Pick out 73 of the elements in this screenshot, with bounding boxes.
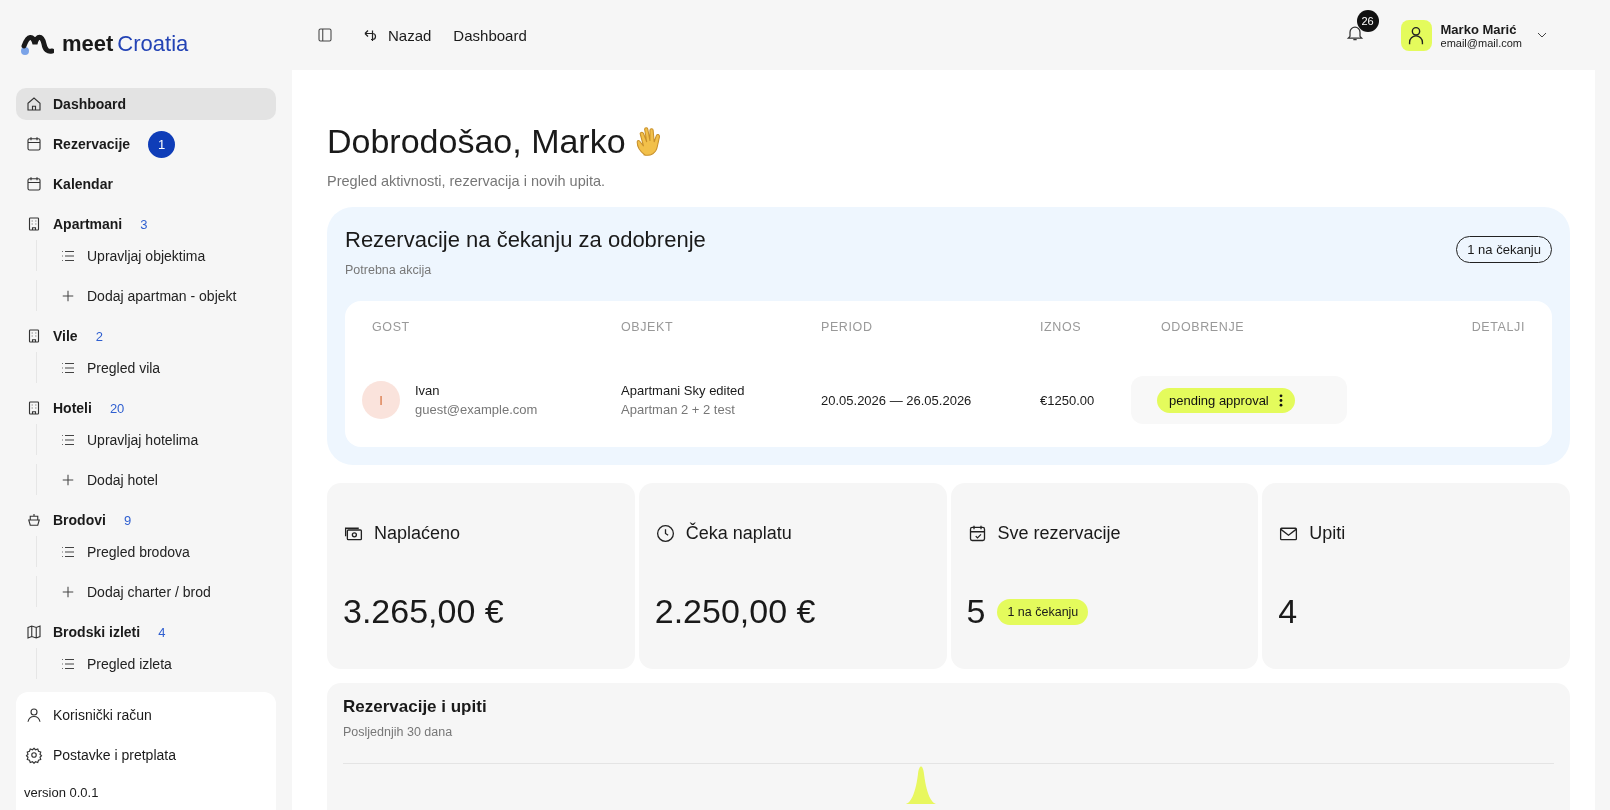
calendar-icon — [25, 175, 43, 193]
sidebar-subitem[interactable]: Pregled izleta — [36, 648, 276, 679]
brand-name: Croatia — [117, 31, 189, 57]
brand-name: meet — [62, 31, 114, 57]
logo-icon — [20, 32, 54, 56]
chart-title: Rezervacije i upiti — [343, 697, 488, 717]
stat-value: 5 — [966, 592, 986, 631]
sidebar-item[interactable]: Rezervacije 1 — [16, 128, 276, 160]
panel-title: Rezervacije na čekanju za odobrenje — [345, 227, 706, 253]
item-count: 9 — [123, 512, 132, 528]
stat-value: 4 — [1278, 592, 1298, 631]
page-title: Dobrodošao, Marko — [327, 122, 626, 161]
sidebar-item[interactable]: Kalendar — [16, 168, 276, 200]
sidebar-item[interactable]: Brodski izleti 4 — [16, 616, 276, 648]
item-count: 3 — [140, 216, 148, 232]
sidebar-subitem[interactable]: Pregled brodova — [36, 536, 276, 567]
status-button[interactable]: pending approval — [1157, 387, 1295, 413]
sidebar-subitem[interactable]: Dodaj apartman - objekt — [36, 280, 276, 311]
account-menu-item[interactable]: Postavke i pretplata — [25, 735, 267, 775]
sidebar-subitem[interactable]: Dodaj charter / brod — [36, 576, 276, 607]
table-cell-text: 20.05.2026 — 26.05.2026 — [821, 392, 973, 408]
unit-name: Apartman 2 + 2 test — [621, 402, 736, 417]
column-header: OBJEKT — [621, 320, 675, 334]
map-icon — [25, 623, 43, 641]
column-header: PERIOD — [821, 320, 874, 334]
chart-subtitle: Posljednjih 30 dana — [343, 725, 454, 739]
user-email: email@mail.com — [1440, 36, 1522, 49]
column-header: ODOBRENJE — [1161, 320, 1246, 334]
sidebar-toggle-icon[interactable] — [316, 26, 334, 44]
sidebar-subitem[interactable]: Upravljaj hotelima — [36, 424, 276, 455]
sidebar-item[interactable]: Apartmani 3 — [16, 208, 276, 240]
account-menu-item[interactable]: Korisnički račun — [25, 695, 267, 735]
boat-icon — [25, 511, 43, 529]
clock-icon — [654, 523, 676, 544]
panel-subtitle: Potrebna akcija — [345, 263, 433, 277]
calendar-icon — [25, 135, 43, 153]
sidebar-item[interactable]: Brodovi 9 — [16, 504, 276, 536]
item-count: 4 — [158, 624, 166, 640]
guest-avatar: I — [362, 381, 400, 419]
stat-value: 3.265,00 € — [343, 592, 504, 631]
sidebar-item[interactable]: Hoteli 20 — [16, 392, 276, 424]
stat-value: 2.250,00 € — [654, 592, 816, 631]
stat-label: Naplaćeno — [374, 523, 461, 544]
property-name: Apartmani Sky edited — [621, 383, 746, 398]
table-cell-text: €1250.00 — [1040, 392, 1096, 408]
user-avatar[interactable] — [1400, 19, 1432, 51]
pending-badge: 1 na čekanju — [997, 598, 1089, 625]
stat-label: Upiti — [1309, 523, 1346, 544]
back-button[interactable]: Nazad — [362, 26, 432, 44]
stat-label: Čeka naplatu — [685, 523, 792, 544]
user-name: Marko Marić — [1440, 21, 1518, 37]
sidebar-subitem[interactable]: Dodaj hotel — [36, 464, 276, 495]
breadcrumb: Dashboard — [453, 26, 527, 44]
user-icon — [25, 706, 43, 724]
item-count: 20 — [109, 400, 125, 416]
sidebar-subitem[interactable]: Pregled vila — [36, 352, 276, 383]
stat-label: Sve rezervacije — [997, 523, 1121, 544]
column-header: GOST — [372, 320, 411, 334]
column-header: DETALJI — [1471, 320, 1525, 334]
sidebar-subitem[interactable]: Upravljaj objektima — [36, 240, 276, 271]
count-badge: 1 — [148, 130, 176, 158]
version-label: version 0.0.1 — [24, 785, 100, 800]
column-header: IZNOS — [1040, 320, 1083, 334]
sidebar-item[interactable]: Dashboard — [16, 88, 276, 120]
page-subtitle: Pregled aktivnosti, rezervacija i novih upita. — [327, 173, 607, 189]
guest-name: Ivan — [415, 383, 441, 398]
settings-icon — [25, 746, 43, 764]
item-count: 2 — [95, 328, 103, 344]
more-icon — [1278, 393, 1283, 407]
notification-badge: 26 — [1356, 10, 1379, 32]
guest-email: guest@example.com — [415, 402, 538, 417]
sidebar-item[interactable]: Vile 2 — [16, 320, 276, 352]
home-icon — [25, 95, 43, 113]
